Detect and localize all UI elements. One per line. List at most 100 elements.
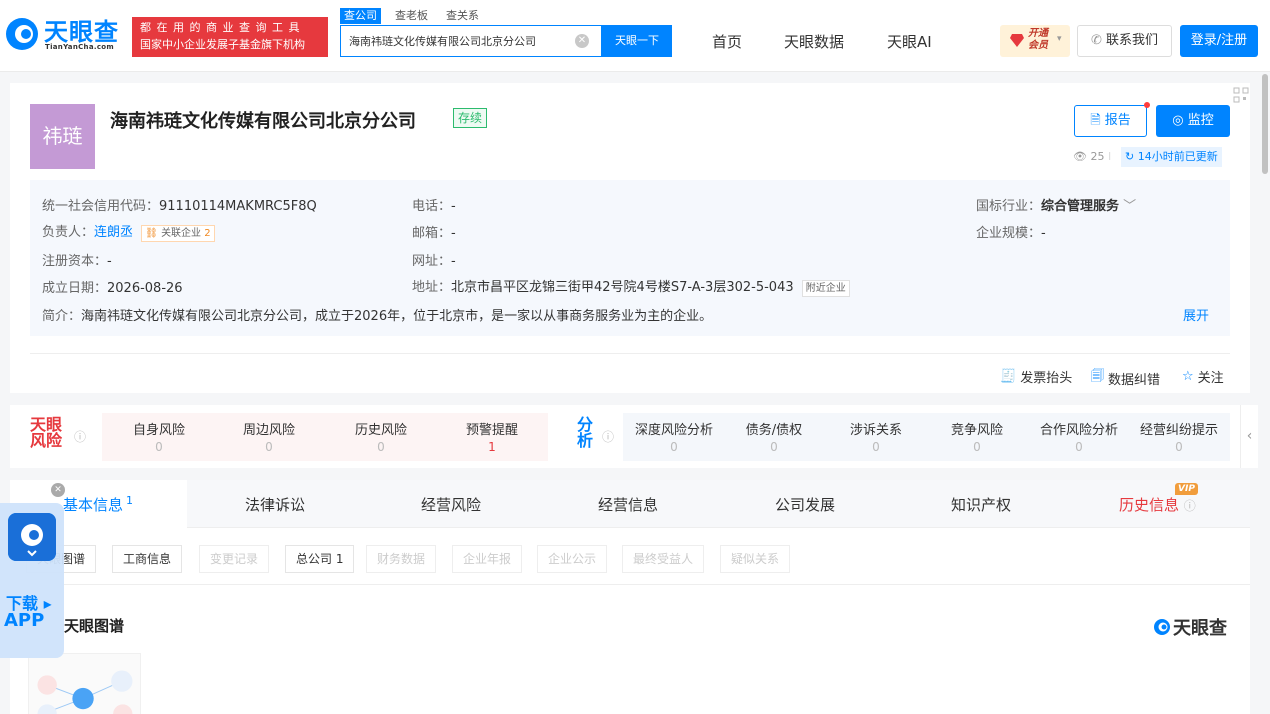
help-icon[interactable]: ⓘ	[602, 428, 614, 445]
contact-button[interactable]: ✆ 联系我们	[1077, 25, 1172, 57]
vip-button[interactable]: 开通 会员 ▾	[1000, 25, 1070, 57]
nav-home[interactable]: 首页	[712, 31, 742, 52]
analysis-item-cooperation[interactable]: 合作风险分析 0	[1024, 419, 1134, 454]
intro-row: 简介：海南祎琏文化传媒有限公司北京分公司，成立于2026年，位于北京市，是一家以…	[42, 305, 712, 324]
search-tab-relation[interactable]: 查关系	[442, 8, 483, 24]
tab-development[interactable]: 公司发展	[775, 494, 835, 515]
qr-code-icon[interactable]	[1233, 87, 1249, 103]
invoice-title-action[interactable]: 🧾 发票抬头	[1000, 367, 1072, 386]
chevron-down-icon[interactable]: ﹀	[1123, 199, 1136, 214]
risk-item-self[interactable]: 自身风险 0	[104, 419, 214, 454]
search-tab-boss[interactable]: 查老板	[391, 8, 432, 24]
page-scrollbar[interactable]	[1262, 74, 1268, 174]
tianyan-risk-logo[interactable]: 天眼 风险	[30, 417, 70, 449]
tab-operation-risk[interactable]: 经营风险	[421, 494, 481, 515]
search-box[interactable]: 海南祎琏文化传媒有限公司北京分公司 ✕	[340, 25, 602, 57]
nearby-companies-tag[interactable]: 附近企业	[801, 280, 850, 297]
nav-ai[interactable]: 天眼AI	[887, 31, 932, 52]
analysis-item-dispute[interactable]: 经营纠纷提示 0	[1124, 419, 1234, 454]
logo-text[interactable]: 天眼查	[44, 12, 119, 47]
risk-item-label: 历史风险	[354, 423, 407, 438]
brand-watermark: 天眼查	[1153, 614, 1227, 640]
logo-subtitle: TianYanCha.com	[45, 43, 114, 51]
risk-logo-bottom: 风险	[30, 431, 63, 450]
website-row: 网址：-	[412, 250, 456, 269]
risk-item-history[interactable]: 历史风险 0	[326, 419, 436, 454]
legal-person-link[interactable]: 连朗丞	[94, 225, 133, 240]
tab-legal[interactable]: 法律诉讼	[245, 494, 305, 515]
subtab-business-info[interactable]: 工商信息	[112, 545, 183, 573]
tianyancha-logo-icon[interactable]	[4, 16, 40, 52]
login-register-button[interactable]: 登录/注册	[1180, 25, 1258, 57]
slogan-banner: 都在用的商业查询工具 国家中小企业发展子基金旗下机构	[132, 17, 328, 57]
search-button[interactable]: 天眼一下	[602, 25, 672, 57]
tab-basic-info[interactable]: 基本信息 1	[63, 494, 133, 515]
nav-data[interactable]: 天眼数据	[784, 31, 844, 52]
app-label[interactable]: APP	[4, 610, 44, 631]
analysis-item-competition[interactable]: 竞争风险 0	[922, 419, 1032, 454]
analysis-logo-bottom: 析	[577, 431, 594, 450]
brand-name: 天眼查	[1173, 618, 1227, 639]
tab-count: 1	[126, 494, 134, 507]
follow-action[interactable]: ☆ 关注	[1182, 367, 1224, 386]
tab-label: 经营风险	[421, 496, 482, 514]
subtab-financial[interactable]: 财务数据	[366, 545, 437, 573]
capital-row: 注册资本：-	[42, 250, 112, 269]
capital-value: -	[107, 254, 112, 269]
analysis-item-litigation[interactable]: 涉诉关系 0	[821, 419, 931, 454]
search-input[interactable]: 海南祎琏文化传媒有限公司北京分公司	[349, 33, 569, 49]
expand-link[interactable]: 展开	[1183, 305, 1209, 324]
clear-icon[interactable]: ✕	[575, 34, 589, 48]
credit-code-label: 统一社会信用代码：	[42, 199, 160, 214]
found-date-value: 2026-08-26	[107, 281, 183, 296]
star-icon: ☆	[1182, 369, 1194, 384]
subtab-publicity[interactable]: 企业公示	[537, 545, 608, 573]
tab-label: 历史信息	[1119, 496, 1180, 514]
analysis-item-count: 0	[973, 440, 981, 454]
app-qr-icon[interactable]	[8, 513, 56, 561]
help-icon[interactable]: ⓘ	[74, 428, 86, 445]
subtab-annual-report[interactable]: 企业年报	[452, 545, 523, 573]
scale-label: 企业规模：	[976, 226, 1042, 241]
credit-code-value: 91110114MAKMRC5F8Q	[159, 199, 317, 214]
tab-history[interactable]: 历史信息 ⓘ	[1119, 494, 1196, 515]
email-label: 邮箱：	[412, 226, 452, 241]
company-name: 海南祎琏文化传媒有限公司北京分公司	[110, 111, 416, 132]
intro-value: 海南祎琏文化传媒有限公司北京分公司，成立于2026年，位于北京市，是一家以从事商…	[81, 309, 713, 324]
subtab-suspected-relation[interactable]: 疑似关系	[720, 545, 791, 573]
risk-item-warning[interactable]: 预警提醒 1	[437, 419, 547, 454]
chevron-left-icon[interactable]: ‹	[1240, 405, 1258, 468]
subtab-change-log[interactable]: 变更记录	[199, 545, 270, 573]
relationship-graph-thumbnail[interactable]	[28, 653, 141, 714]
tab-operation-info[interactable]: 经营信息	[598, 494, 658, 515]
search-tab-company[interactable]: 查公司	[340, 8, 381, 24]
analysis-item-deep-risk[interactable]: 深度风险分析 0	[619, 419, 729, 454]
chevron-down-icon: ▾	[1057, 34, 1062, 44]
update-time-badge[interactable]: ↻ 14小时前已更新	[1121, 147, 1222, 167]
risk-item-surrounding[interactable]: 周边风险 0	[214, 419, 324, 454]
analysis-item-count: 0	[770, 440, 778, 454]
vip-label-top: 开通	[1028, 28, 1048, 39]
address-value: 北京市昌平区龙锦三街甲42号院4号楼S7-A-3层302-5-043	[451, 280, 794, 295]
close-icon[interactable]: ✕	[51, 483, 65, 497]
analysis-logo[interactable]: 分 析	[577, 417, 597, 449]
report-button[interactable]: 🗎 报告	[1074, 105, 1147, 137]
risk-item-count: 1	[488, 440, 496, 454]
industry-label: 国标行业：	[976, 199, 1042, 214]
data-correction-action[interactable]: 🗐 数据纠错	[1091, 367, 1160, 389]
subtab-beneficiary[interactable]: 最终受益人	[622, 545, 705, 573]
risk-item-label: 自身风险	[132, 423, 185, 438]
divider	[30, 353, 1230, 354]
report-label: 报告	[1104, 113, 1131, 128]
slogan-line1: 都在用的商业查询工具	[140, 21, 305, 34]
scale-value: -	[1041, 226, 1046, 241]
related-companies-tag[interactable]: ⛓ 关联企业 2	[141, 225, 215, 242]
tab-ip[interactable]: 知识产权	[951, 494, 1011, 515]
analysis-item-debt[interactable]: 债务/债权 0	[719, 419, 829, 454]
monitor-button[interactable]: ◎ 监控	[1156, 105, 1230, 137]
vip-label-bottom: 会员	[1028, 40, 1048, 51]
update-time: 14小时前已更新	[1137, 150, 1218, 163]
subtab-headquarters[interactable]: 总公司 1	[285, 545, 355, 573]
status-badge: 存续	[453, 108, 488, 128]
address-row: 地址：北京市昌平区龙锦三街甲42号院4号楼S7-A-3层302-5-043 附近…	[412, 276, 850, 297]
